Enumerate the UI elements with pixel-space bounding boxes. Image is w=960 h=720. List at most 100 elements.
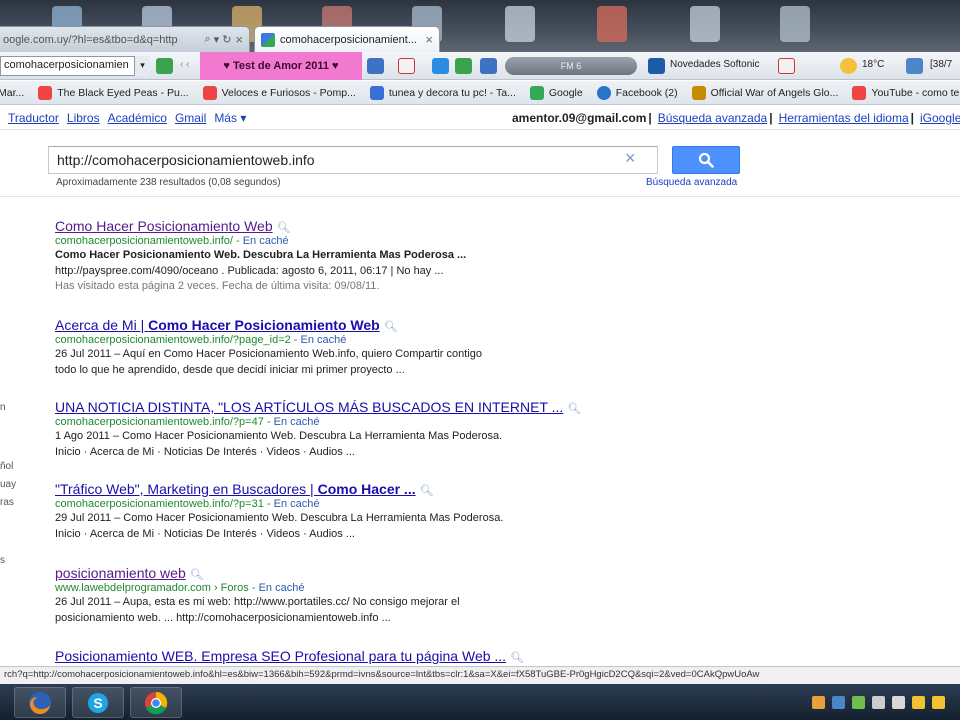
chevron-down-icon[interactable]: ▾ [134, 56, 150, 76]
result-title-link[interactable]: Posicionamiento WEB. Empresa SEO Profesi… [55, 648, 506, 664]
mail-icon[interactable] [480, 58, 497, 74]
bookmark-item[interactable]: Google [529, 85, 583, 100]
search-icon[interactable]: ⌕ [204, 33, 210, 46]
love-test-button[interactable]: ♥ Test de Amor 2011 ♥ [200, 52, 362, 80]
magnifier-icon[interactable]: 🔍︎ [420, 485, 434, 497]
sidebar-fragment[interactable]: n [0, 402, 6, 413]
browser-toolbar: comohacerposicionamien ▾ ‹ ‹ ♥ Test de A… [0, 52, 960, 80]
cache-link[interactable]: En caché [274, 498, 320, 510]
result-url: www.lawebdelprogramador.com › Foros [55, 582, 249, 594]
cache-link[interactable]: En caché [301, 334, 347, 346]
result-item: Acerca de Mi | Como Hacer Posicionamient… [55, 317, 482, 378]
firefox-icon [29, 691, 51, 714]
magnifier-icon[interactable]: 🔍︎ [567, 403, 581, 415]
tray-icon[interactable] [892, 696, 905, 709]
tray-icon[interactable] [832, 696, 845, 709]
firefox-taskbar-button[interactable] [14, 687, 66, 718]
result-url-line: comohacerposicionamientoweb.info/?p=47 -… [55, 416, 320, 428]
bookmark-item[interactable]: Mar... [0, 87, 24, 99]
search-icon [698, 152, 714, 168]
close-icon[interactable]: × [425, 32, 433, 47]
bookmark-item[interactable]: Official War of Angels Glo... [691, 85, 839, 100]
gbar-link-traductor[interactable]: Traductor [8, 111, 59, 125]
result-title-link[interactable]: UNA NOTICIA DISTINTA, "LOS ARTÍCULOS MÁS… [55, 399, 563, 415]
separator: | [910, 111, 914, 125]
radio-player[interactable]: FM 6 [505, 57, 637, 75]
advanced-search-link[interactable]: Búsqueda avanzada [646, 177, 737, 188]
result-snippet: Inicio · Acerca de Mi · Noticias De Inte… [55, 446, 355, 458]
result-url: comohacerposicionamientoweb.info/?page_i… [55, 334, 291, 346]
result-title-link[interactable]: Acerca de Mi | Como Hacer Posicionamient… [55, 317, 380, 333]
result-title-link[interactable]: posicionamiento web [55, 565, 186, 581]
gbar-link-libros[interactable]: Libros [67, 111, 100, 125]
monitor-icon[interactable] [906, 58, 923, 74]
skype-taskbar-button[interactable]: S [72, 687, 124, 718]
cache-link[interactable]: En caché [259, 582, 305, 594]
tray-icon[interactable] [812, 696, 825, 709]
google-bar: Traductor Libros Académico Gmail Más ▾ a… [0, 106, 960, 130]
magnifier-icon[interactable]: 🔍︎ [384, 321, 398, 333]
chrome-taskbar-button[interactable] [130, 687, 182, 718]
close-icon[interactable]: × [235, 32, 243, 47]
gbar-link-gmail[interactable]: Gmail [175, 111, 206, 125]
language-tools-link[interactable]: Herramientas del idioma [779, 111, 909, 125]
weather-temp: 18°C [862, 59, 885, 70]
svg-text:S: S [93, 695, 102, 711]
sidebar-fragment[interactable]: s [0, 555, 5, 566]
bookmark-item[interactable]: Facebook (2) [596, 85, 678, 100]
result-snippet: http://payspree.com/4090/oceano . Public… [55, 265, 444, 277]
bookmark-item[interactable]: YouTube - como ter... [852, 85, 960, 100]
news-icon[interactable] [398, 58, 415, 74]
sidebar-fragment[interactable]: uay [0, 479, 16, 490]
clear-icon[interactable]: × [625, 148, 636, 169]
result-stats: Aproximadamente 238 resultados (0,08 seg… [56, 177, 281, 188]
search-input[interactable]: http://comohacerposicionamientoweb.info [48, 146, 658, 174]
toolbar-search-input[interactable]: comohacerposicionamien [0, 56, 150, 76]
account-email[interactable]: amentor.09@gmail.com [512, 111, 646, 125]
bookmark-item[interactable]: Veloces e Furiosos - Pomp... [202, 85, 356, 100]
bookmark-label: Official War of Angels Glo... [710, 86, 839, 99]
result-url-line: comohacerposicionamientoweb.info/?page_i… [55, 334, 347, 346]
go-icon[interactable] [156, 58, 173, 74]
advanced-search-link[interactable]: Búsqueda avanzada [658, 111, 767, 125]
gbar-link-mas[interactable]: Más ▾ [214, 111, 246, 125]
softonic-icon[interactable] [648, 58, 665, 74]
tab-comohacer[interactable]: comohacerposicionamient... × [254, 26, 440, 52]
tab-google-search[interactable]: oogle.com.uy/?hl=es&tbo=d&q=http ⌕ ▾ ↻ × [0, 26, 250, 52]
bookmark-label: Facebook (2) [615, 86, 678, 99]
magnifier-icon[interactable]: 🔍︎ [277, 222, 291, 234]
globe-icon[interactable] [367, 58, 384, 74]
sidebar-fragment[interactable]: ñol [0, 461, 13, 472]
tray-icon[interactable] [872, 696, 885, 709]
tab-strip: oogle.com.uy/?hl=es&tbo=d&q=http ⌕ ▾ ↻ ×… [0, 26, 960, 52]
magnifier-icon[interactable]: 🔍︎ [190, 569, 204, 581]
refresh-icon[interactable]: ↻ [222, 33, 231, 46]
result-title-link[interactable]: "Tráfico Web", Marketing en Buscadores |… [55, 481, 416, 497]
bookmark-label: Mar... [0, 86, 25, 99]
tray-icon[interactable] [932, 696, 945, 709]
sidebar-fragment[interactable]: ras [0, 497, 14, 508]
search-button[interactable] [672, 146, 740, 174]
cache-link[interactable]: En caché [274, 416, 320, 428]
bookmark-label: YouTube - como ter... [871, 86, 960, 99]
chat-icon[interactable] [455, 58, 472, 74]
igoogle-link[interactable]: iGoogle [920, 111, 960, 125]
bookmark-label: Google [548, 86, 583, 99]
novedades-softonic-link[interactable]: Novedades Softonic [670, 59, 760, 70]
result-title-link[interactable]: Como Hacer Posicionamiento Web [55, 218, 273, 234]
sun-icon[interactable] [840, 58, 857, 74]
heart-icon [202, 85, 217, 100]
tray-icon[interactable] [912, 696, 925, 709]
bookmark-item[interactable]: The Black Eyed Peas - Pu... [38, 85, 189, 100]
gbar-link-academico[interactable]: Académico [108, 111, 167, 125]
dropdown-icon[interactable]: ▾ [214, 33, 220, 46]
gbar-account: amentor.09@gmail.com | Búsqueda avanzada | H… [512, 111, 960, 125]
bookmark-item[interactable]: tunea y decora tu pc! - Ta... [369, 85, 516, 100]
tab-title: comohacerposicionamient... [280, 33, 417, 46]
calendar-icon[interactable] [778, 58, 795, 74]
magnifier-icon[interactable]: 🔍︎ [510, 652, 524, 664]
tray-icon[interactable] [852, 696, 865, 709]
toolbar-separator: ‹ ‹ [180, 59, 190, 70]
weather-icon[interactable] [432, 58, 449, 74]
cache-link[interactable]: En caché [243, 235, 289, 247]
